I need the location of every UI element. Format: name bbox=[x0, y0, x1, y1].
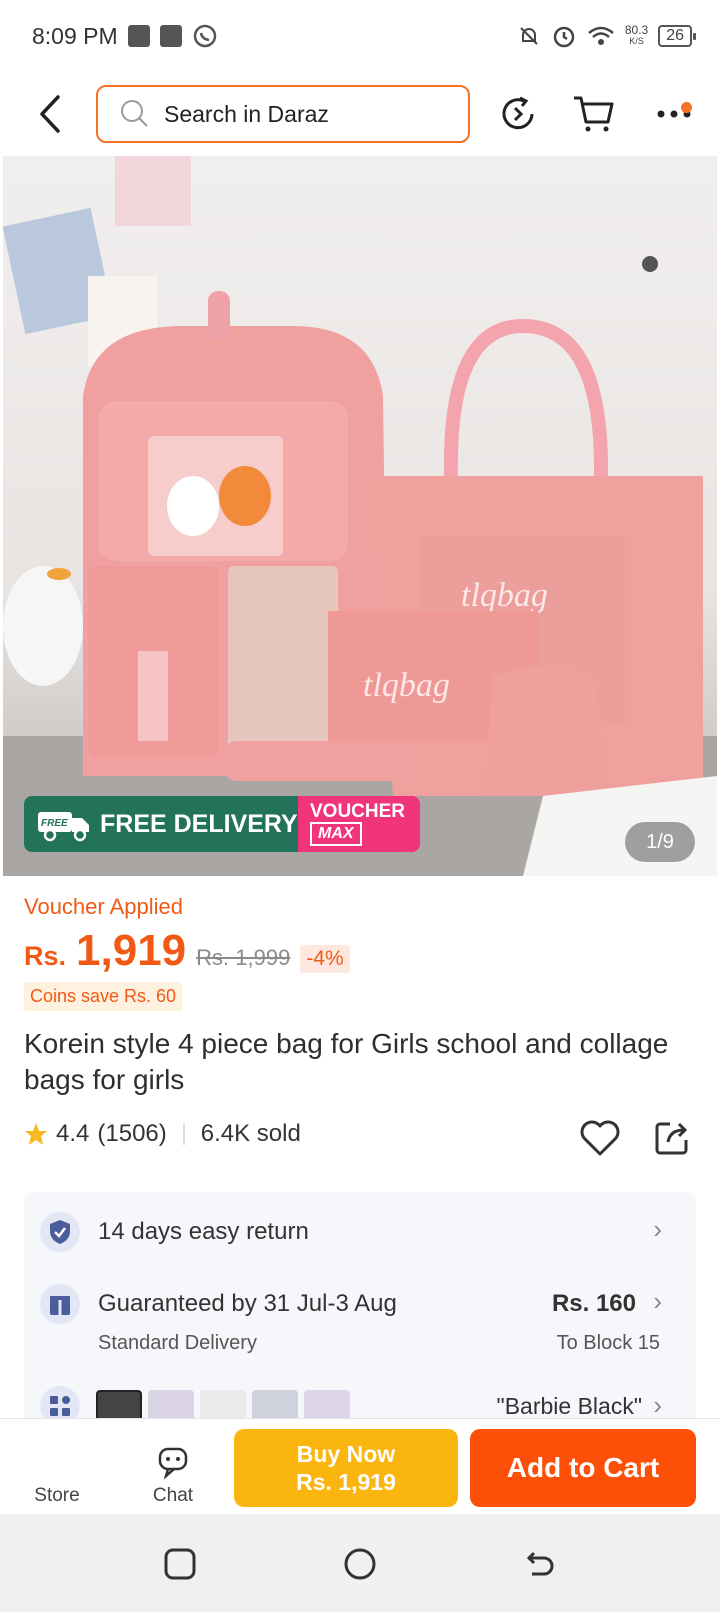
voucher-applied-label: Voucher Applied bbox=[24, 894, 184, 919]
wishlist-button[interactable] bbox=[578, 1116, 622, 1160]
back-nav-icon bbox=[526, 1551, 554, 1576]
free-delivery-badge: FREE FREE DELIVERY bbox=[24, 796, 298, 852]
share-button[interactable] bbox=[652, 1118, 692, 1158]
status-bar: 8:09 PM 80.3 K/S 26 bbox=[0, 0, 720, 72]
free-delivery-tag: FREE bbox=[41, 818, 68, 829]
delivery-location: To Block 15 bbox=[556, 1332, 660, 1354]
add-to-cart-label: Add to Cart bbox=[506, 1452, 660, 1483]
rating-value: 4.4 bbox=[56, 1120, 90, 1147]
notification-dot bbox=[681, 102, 692, 113]
rating-count: (1506) bbox=[97, 1120, 167, 1147]
original-price: Rs. 1,999 bbox=[196, 945, 291, 970]
service-info-card: 14 days easy return › Guaranteed by 31 J… bbox=[24, 1192, 696, 1426]
search-placeholder: Search in Daraz bbox=[164, 100, 329, 127]
back-button[interactable] bbox=[30, 90, 70, 138]
search-input[interactable]: Search in Daraz bbox=[96, 85, 470, 143]
circle-icon bbox=[344, 1548, 376, 1580]
delivery-guarantee-row[interactable]: Guaranteed by 31 Jul-3 Aug Rs. 160 › bbox=[40, 1284, 684, 1324]
add-to-cart-button[interactable]: Add to Cart bbox=[470, 1429, 696, 1507]
chat-icon bbox=[158, 1447, 188, 1479]
refresh-icon bbox=[502, 96, 534, 130]
product-title: Korein style 4 piece bag for Girls schoo… bbox=[24, 1028, 669, 1095]
gift-icon bbox=[40, 1284, 80, 1324]
store-label: Store bbox=[34, 1485, 80, 1506]
free-delivery-text: FREE DELIVERY bbox=[100, 809, 298, 838]
home-button[interactable] bbox=[340, 1544, 380, 1584]
price-row: Rs. 1,919 Rs. 1,999 -4% bbox=[24, 926, 350, 976]
top-navigation: Search in Daraz bbox=[0, 80, 720, 148]
price-value: 1,919 bbox=[76, 926, 187, 975]
product-photo: tlqbag tlqbag bbox=[3, 156, 717, 876]
more-button[interactable] bbox=[648, 90, 700, 138]
buy-now-label: Buy Now bbox=[296, 1441, 396, 1467]
back-arrow-icon bbox=[40, 95, 60, 133]
buy-now-price: Rs. 1,919 bbox=[296, 1469, 396, 1495]
star-icon bbox=[25, 1123, 47, 1145]
network-speed-value: 80.3 bbox=[624, 23, 649, 37]
delivery-truck-icon: FREE bbox=[38, 812, 89, 842]
square-icon bbox=[164, 1548, 196, 1580]
system-back-button[interactable] bbox=[520, 1544, 560, 1584]
voucher-max-badge: VOUCHER MAX bbox=[298, 796, 420, 852]
product-image-brand-text: tlqbag bbox=[461, 577, 548, 614]
store-button[interactable]: Store bbox=[12, 1431, 102, 1507]
delivery-type: Standard Delivery bbox=[98, 1332, 257, 1354]
notification-icon bbox=[127, 25, 150, 47]
coins-save-badge: Coins save Rs. 60 bbox=[24, 982, 183, 1011]
variant-name: "Barbie Black" bbox=[496, 1392, 642, 1419]
heart-icon bbox=[580, 1120, 620, 1156]
wifi-icon bbox=[588, 26, 614, 45]
divider bbox=[182, 1123, 185, 1145]
voucher-text: VOUCHER bbox=[310, 801, 406, 822]
price-currency: Rs. bbox=[24, 941, 67, 971]
product-image-brand-text: tlqbag bbox=[363, 667, 450, 704]
whatsapp-icon bbox=[193, 24, 216, 48]
guarantee-text: Guaranteed by 31 Jul-3 Aug bbox=[98, 1290, 397, 1317]
bottom-action-bar: Store Chat Buy Now Rs. 1,919 Add to Cart bbox=[0, 1418, 720, 1514]
buy-now-button[interactable]: Buy Now Rs. 1,919 bbox=[234, 1429, 458, 1507]
network-speed-unit: K/S bbox=[629, 36, 644, 46]
delivery-price: Rs. 160 bbox=[551, 1290, 636, 1317]
free-delivery-voucher-banner: FREE FREE DELIVERY VOUCHER MAX bbox=[24, 796, 420, 852]
voucher-max-text: MAX bbox=[310, 822, 362, 846]
discount-badge: -4% bbox=[300, 945, 350, 973]
return-policy-row[interactable]: 14 days easy return › bbox=[40, 1212, 684, 1252]
chevron-right-icon: › bbox=[653, 1286, 662, 1316]
battery-indicator: 26 bbox=[658, 25, 696, 47]
chat-label: Chat bbox=[152, 1485, 194, 1506]
alarm-icon bbox=[553, 26, 575, 48]
chevron-right-icon: › bbox=[653, 1214, 662, 1244]
status-left: 8:09 PM bbox=[32, 23, 218, 50]
network-speed: 80.3 K/S bbox=[624, 23, 649, 47]
chat-button[interactable]: Chat bbox=[128, 1431, 218, 1507]
mute-bell-icon bbox=[520, 27, 538, 45]
search-icon bbox=[121, 100, 148, 127]
rating-row[interactable]: 4.4 (1506) 6.4K sold bbox=[24, 1120, 301, 1148]
product-image-carousel[interactable]: tlqbag tlqbag 1/9 bbox=[3, 156, 717, 876]
image-counter: 1/9 bbox=[625, 822, 695, 862]
refresh-button[interactable] bbox=[494, 90, 542, 138]
cart-icon bbox=[574, 96, 614, 132]
system-navigation-bar bbox=[0, 1514, 720, 1612]
status-time: 8:09 PM bbox=[32, 22, 118, 49]
cart-button[interactable] bbox=[570, 90, 618, 138]
notification-icon bbox=[159, 25, 182, 47]
shield-check-icon bbox=[40, 1212, 80, 1252]
status-right: 80.3 K/S 26 bbox=[517, 23, 696, 49]
chevron-right-icon: › bbox=[653, 1390, 662, 1420]
recents-button[interactable] bbox=[160, 1544, 200, 1584]
return-policy-text: 14 days easy return bbox=[98, 1218, 309, 1245]
share-icon bbox=[655, 1122, 688, 1155]
sold-count: 6.4K sold bbox=[200, 1120, 301, 1147]
